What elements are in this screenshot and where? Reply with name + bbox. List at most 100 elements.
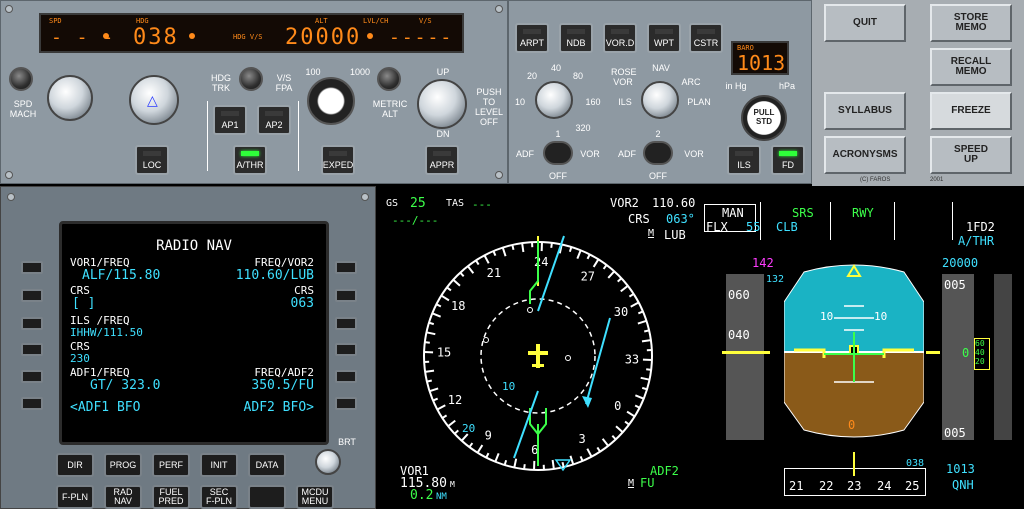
fma-flx: FLX: [706, 220, 728, 234]
brt-knob[interactable]: [315, 449, 341, 475]
alt-40: 40: [975, 348, 985, 357]
mode-ils: ILS: [618, 97, 632, 107]
fma-1fd2: 1FD2: [966, 220, 995, 234]
data-key-label: DATA: [255, 459, 279, 470]
init-key[interactable]: INIT: [200, 453, 238, 477]
cstr-button[interactable]: CSTR: [689, 23, 723, 53]
fuel-pred-key[interactable]: FUEL PRED: [152, 485, 190, 509]
baro-knob[interactable]: PULL STD: [741, 95, 787, 141]
f-pln-key[interactable]: F-PLN: [56, 485, 94, 509]
mcdu-r6-value[interactable]: ADF2 BFO>: [244, 400, 314, 415]
wpt-button[interactable]: WPT: [647, 23, 681, 53]
exped-button[interactable]: EXPED: [321, 145, 355, 175]
hdg-managed-dot: [189, 33, 195, 39]
screw: [495, 5, 503, 13]
hpa-label: hPa: [778, 81, 795, 91]
vor2-label: VOR: [684, 149, 704, 159]
screw: [495, 171, 503, 179]
lsk-4l[interactable]: [21, 343, 43, 356]
screw: [7, 193, 15, 201]
range-20: 20: [526, 71, 537, 81]
dir-key[interactable]: DIR: [56, 453, 94, 477]
hdg-trk-button[interactable]: [239, 67, 263, 91]
speed-up-button[interactable]: SPEED UP: [930, 136, 1012, 174]
lsk-6l[interactable]: [21, 397, 43, 410]
loc-button[interactable]: LOC: [135, 145, 169, 175]
fma-divider: [830, 202, 831, 240]
data-key[interactable]: DATA: [248, 453, 286, 477]
heading-knob[interactable]: △: [129, 75, 179, 125]
mcdu-l2-value[interactable]: [ ]: [72, 296, 95, 311]
sec-f-pln-key[interactable]: SEC F-PLN: [200, 485, 238, 509]
rad-nav-key[interactable]: RAD NAV: [104, 485, 142, 509]
compass-tick: [521, 242, 525, 253]
quit-button[interactable]: QUIT: [824, 4, 906, 42]
acronysms-button[interactable]: ACRONYSMS: [824, 136, 906, 174]
lsk-4r[interactable]: [335, 343, 357, 356]
compass-label: 27: [581, 269, 595, 283]
mcdu-l6-value[interactable]: <ADF1 BFO: [70, 400, 140, 415]
divider: [298, 101, 299, 171]
vs-knob[interactable]: [417, 79, 467, 129]
lsk-5r[interactable]: [335, 370, 357, 383]
ap2-button[interactable]: AP2: [257, 105, 291, 135]
metric-alt-button[interactable]: [377, 67, 401, 91]
lsk-1r[interactable]: [335, 261, 357, 274]
store-memo-button[interactable]: STORE MEMO: [930, 4, 1012, 42]
vord-button[interactable]: VOR.D: [603, 23, 637, 53]
compass-tick: [436, 404, 446, 411]
range-outer-label: 20: [462, 422, 476, 435]
spd-push-knob[interactable]: [9, 67, 33, 91]
screw: [5, 171, 13, 179]
vor1-dme: 0.2: [410, 488, 434, 503]
freeze-button[interactable]: FREEZE: [930, 92, 1012, 130]
adf-vor-2-switch[interactable]: [643, 141, 673, 165]
off1-label: OFF: [549, 171, 567, 181]
spd-managed-dot: [103, 33, 109, 39]
rad-nav-key-label: RAD NAV: [113, 487, 133, 506]
athr-button[interactable]: A/THR: [233, 145, 267, 175]
ap1-button[interactable]: AP1: [213, 105, 247, 135]
lsk-2l[interactable]: [21, 289, 43, 302]
alt-readout: 60 40 20: [974, 338, 990, 370]
range-selector-knob[interactable]: [535, 81, 573, 119]
adf-vor-1-switch[interactable]: [543, 141, 573, 165]
fma-clb: CLB: [776, 220, 798, 234]
ndb-button[interactable]: NDB: [559, 23, 593, 53]
lsk-6r[interactable]: [335, 397, 357, 410]
recall-memo-button[interactable]: RECALL MEMO: [930, 48, 1012, 86]
syllabus-button[interactable]: SYLLABUS: [824, 92, 906, 130]
hdg-22: 22: [819, 479, 834, 493]
lsk-3l[interactable]: [21, 317, 43, 330]
appr-button[interactable]: APPR: [425, 145, 459, 175]
compass-tick: [475, 259, 480, 266]
prog-key[interactable]: PROG: [104, 453, 142, 477]
lsk-2r[interactable]: [335, 289, 357, 302]
ils-label: ILS: [737, 160, 751, 170]
range-80: 80: [572, 71, 583, 81]
blank-key[interactable]: [248, 485, 286, 509]
speed-up-label: SPEED UP: [954, 144, 988, 165]
vs-value: -----: [389, 27, 454, 48]
mcdu-r2-value: 063: [290, 296, 314, 311]
speed-knob[interactable]: [47, 75, 93, 121]
lsk-1l[interactable]: [21, 261, 43, 274]
radio-alt-zero: 0: [848, 418, 856, 432]
lsk-5l[interactable]: [21, 370, 43, 383]
fma-divider: [952, 202, 953, 240]
perf-key[interactable]: PERF: [152, 453, 190, 477]
copyright-year: 2001: [930, 177, 944, 183]
altitude-knob[interactable]: [307, 77, 355, 125]
cstr-label: CSTR: [693, 38, 719, 48]
dir-key-label: DIR: [67, 459, 83, 470]
heading-tape: 21 22 23 24 25: [784, 468, 926, 496]
ils-button[interactable]: ILS: [727, 145, 761, 175]
lsk-3r[interactable]: [335, 317, 357, 330]
compass-label: 18: [451, 299, 465, 313]
arpt-button[interactable]: ARPT: [515, 23, 549, 53]
speed-target: 142: [752, 256, 774, 270]
mcdu-menu-key[interactable]: MCDU MENU: [296, 485, 334, 509]
fd-button[interactable]: FD: [771, 145, 805, 175]
mode-selector-knob[interactable]: [641, 81, 679, 119]
efis-panel: ARPT NDB VOR.D WPT CSTR BARO 1013 in Hg …: [508, 0, 812, 184]
